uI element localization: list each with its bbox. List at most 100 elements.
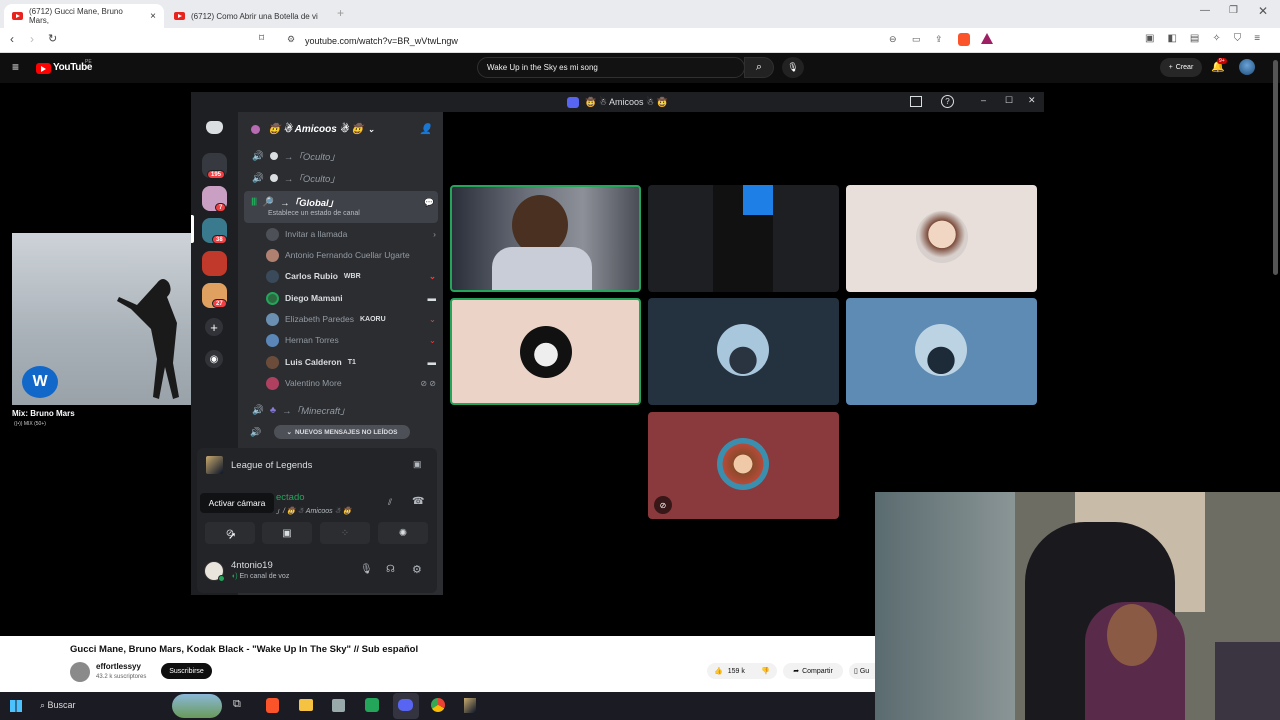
member-row[interactable]: Valentino More ⊘ ⊘ [266, 373, 436, 393]
windows-start-icon[interactable] [10, 700, 22, 712]
unread-messages-pill[interactable]: ⌄ NUEVOS MENSAJES NO LEÍDOS [274, 425, 410, 439]
minimize-icon[interactable]: — [1200, 5, 1210, 16]
file-explorer-icon[interactable] [299, 699, 313, 711]
member-row[interactable]: Elizabeth Paredes KAORU ⌄ [266, 309, 436, 329]
search-button[interactable]: ⌕ [744, 57, 774, 78]
account-avatar[interactable] [1239, 59, 1255, 75]
invite-to-call[interactable]: Invitar a llamada › [266, 224, 436, 244]
member-row[interactable]: Carlos Rubio WBR ⌄ [266, 266, 436, 286]
video-tile-hernan[interactable] [648, 298, 839, 405]
create-button[interactable]: + Crear [1160, 58, 1202, 77]
activities-button[interactable]: ⁘ [320, 522, 370, 544]
menu-icon[interactable]: ≡ [1254, 33, 1260, 47]
member-row[interactable]: Luis Calderon T1 ▬ [266, 352, 436, 372]
bookmark-icon[interactable]: ⌑ [259, 33, 264, 44]
minimize-icon[interactable]: – [981, 95, 986, 105]
voice-search-button[interactable]: 🎙 [782, 57, 804, 78]
tab-youtube-2[interactable]: (6712) Como Abrir una Botella de vi [166, 4, 326, 28]
video-tile-carlos[interactable]: ⊘ [648, 412, 839, 519]
app-icon[interactable] [332, 699, 345, 712]
microphone-icon[interactable]: 🎙 [360, 564, 373, 575]
video-tile-elizabeth[interactable] [846, 298, 1037, 405]
tab-search-icon[interactable]: ▣ [1145, 33, 1154, 47]
boost-icon [251, 124, 260, 134]
disconnect-icon[interactable]: ☎ [412, 496, 424, 507]
settings-gear-icon[interactable]: ⚙ [412, 563, 422, 576]
wallet-icon[interactable]: ▤ [1190, 33, 1199, 47]
video-tile-diego[interactable] [450, 185, 641, 292]
headphones-icon[interactable]: ☊ [386, 564, 395, 575]
member-name: Elizabeth Paredes [285, 314, 354, 324]
hamburger-menu-icon[interactable]: ≡ [12, 60, 19, 74]
youtube-search-input[interactable]: Wake Up in the Sky es mi song [477, 57, 745, 78]
member-row[interactable]: Antonio Fernando Cuellar Ugarte [266, 245, 436, 265]
close-window-icon[interactable]: ✕ [1258, 4, 1268, 18]
screen-share-icon[interactable] [910, 96, 922, 107]
leo-ai-icon[interactable]: ✧ [1212, 33, 1220, 47]
forward-icon[interactable]: › [30, 32, 34, 46]
video-tile-valentino[interactable] [450, 298, 641, 405]
tab-youtube-active[interactable]: (6712) Gucci Mane, Bruno Mars, × [4, 4, 164, 28]
member-row[interactable]: Diego Mamani ▬ [266, 288, 436, 308]
channel-name: →「Global」 [280, 198, 339, 209]
brave-shield-icon[interactable] [958, 33, 970, 46]
channel-status[interactable]: Establece un estado de canal [268, 210, 360, 217]
restore-icon[interactable]: ❐ [1229, 5, 1238, 16]
soundboard-button[interactable]: ✺ [378, 522, 428, 544]
share-button[interactable]: ➦ Compartir [783, 663, 843, 679]
user-name[interactable]: 4ntonio19 [231, 560, 273, 571]
mix-subtitle: ((•)) MIX (50+) [14, 421, 46, 427]
server-3[interactable] [202, 251, 227, 276]
close-icon[interactable]: ✕ [1028, 95, 1036, 106]
mix-title[interactable]: Mix: Bruno Mars [12, 409, 75, 418]
noise-suppression-icon[interactable]: ⫽ [388, 497, 392, 508]
sidebar-icon[interactable]: ◧ [1167, 33, 1176, 47]
channel-avatar[interactable] [70, 662, 90, 682]
speaker-icon: 🔊 [250, 427, 262, 437]
app-icon-green[interactable] [365, 698, 379, 712]
chat-icon[interactable]: 💬 [424, 198, 434, 207]
mix-thumbnail[interactable]: W [12, 233, 191, 405]
explore-icon[interactable]: ◉ [205, 350, 223, 368]
league-app-icon[interactable] [464, 698, 476, 713]
close-tab-icon[interactable]: × [150, 11, 156, 22]
speaker-icon: 🔊 [252, 172, 264, 184]
reload-icon[interactable]: ↻ [48, 32, 57, 45]
server-name-header[interactable]: 🤠 ☃ Amicoos ☃ 🤠 ⌄ 👤 [248, 120, 438, 138]
voice-channel-minecraft[interactable]: 🔊 ♣ →「Minecraft」 [248, 400, 438, 420]
maximize-icon[interactable]: ☐ [1005, 95, 1013, 106]
zoom-icon[interactable]: ⊖ [889, 34, 897, 45]
chrome-app-icon[interactable] [431, 698, 445, 712]
invite-label: Invitar a llamada [285, 229, 348, 239]
voice-channel-global[interactable]: 𝄃𝄃 🔎 →「Global」 💬 [248, 192, 438, 212]
site-info-icon[interactable]: ⚙ [287, 34, 295, 45]
brave-rewards-icon[interactable] [981, 33, 993, 44]
subscribe-button[interactable]: Suscribirse [161, 663, 212, 679]
taskbar-search[interactable]: ⌕ Buscar [40, 700, 76, 711]
activity-screen-icon[interactable]: ▣ [413, 459, 422, 470]
share-screen-button[interactable]: ▣ [262, 522, 312, 544]
voice-icon: ◖) [231, 573, 240, 580]
brave-app-icon[interactable] [266, 698, 279, 713]
task-view-icon[interactable]: ⧉ [233, 698, 241, 711]
page-scrollbar[interactable] [1273, 60, 1278, 275]
member-row[interactable]: Hernan Torres ⌄ [266, 330, 436, 350]
thumbs-up-icon[interactable]: 👍 [714, 667, 723, 675]
video-tile-screen[interactable] [648, 185, 839, 292]
discord-home-icon[interactable] [206, 121, 223, 134]
voice-channel-oculto[interactable]: 🔊 →「Oculto」 [248, 146, 438, 166]
save-button[interactable]: ▯ Gu [849, 663, 875, 679]
help-icon[interactable]: ? [941, 95, 954, 108]
address-bar[interactable]: ⚙ youtube.com/watch?v=BR_wVtwLngw ⊖ ▭ ⇪ [282, 31, 1002, 50]
share-icon[interactable]: ⇪ [935, 34, 943, 45]
channel-name[interactable]: effortlessyy [96, 662, 141, 671]
back-icon[interactable]: ‹ [10, 32, 14, 46]
thumbs-down-icon[interactable]: 👎 [761, 667, 770, 675]
vpn-icon[interactable]: ⛉ [1234, 33, 1242, 47]
voice-channel-oculto-2[interactable]: 🔊 →「Oculto」 [248, 168, 438, 188]
add-server-icon[interactable]: + [205, 318, 223, 336]
invite-people-icon[interactable]: 👤 [420, 124, 432, 135]
cast-icon[interactable]: ▭ [912, 34, 921, 45]
video-tile-antonio[interactable] [846, 185, 1037, 292]
new-tab-icon[interactable]: + [337, 6, 344, 20]
